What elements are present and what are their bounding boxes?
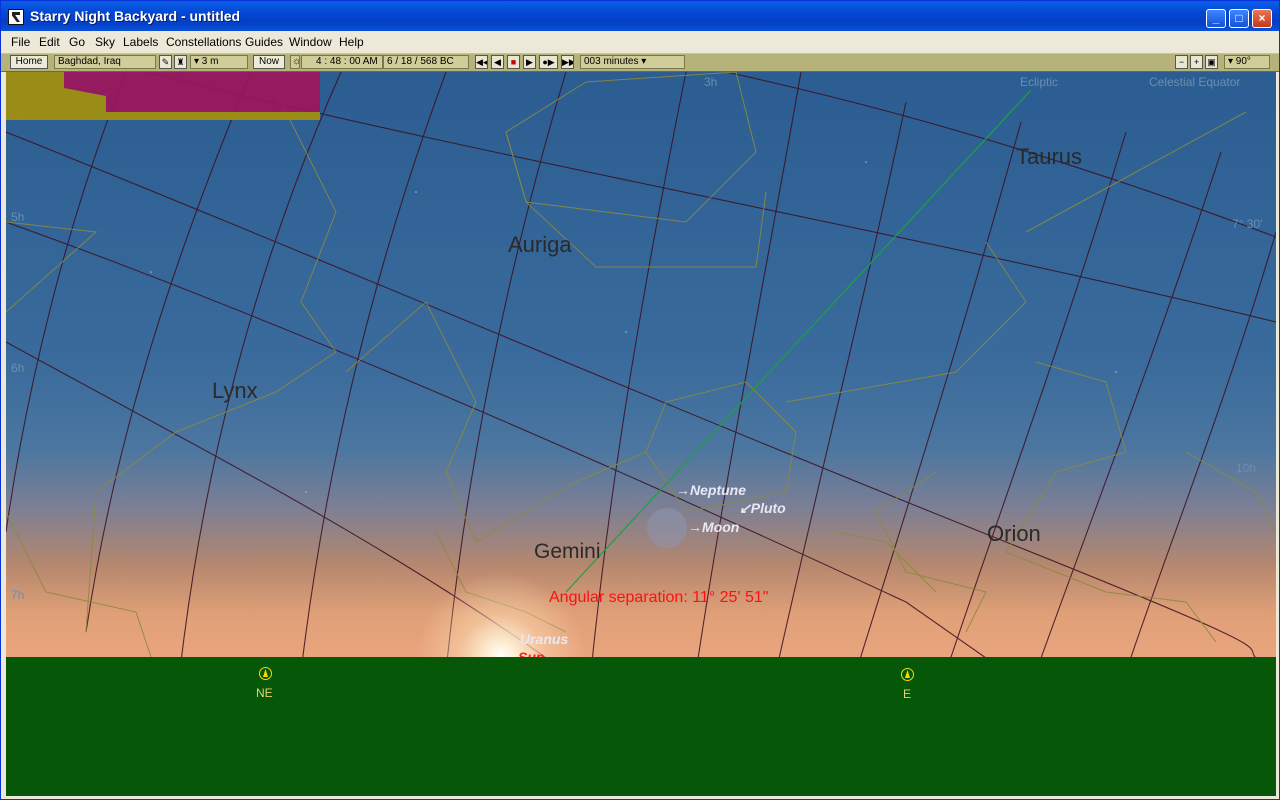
planet-label-uranus[interactable]: Uranus — [520, 631, 568, 647]
planet-label-moon[interactable]: →Moon — [688, 519, 739, 535]
angular-separation-readout: Angular separation: 11° 25' 51" — [549, 589, 769, 606]
menu-labels[interactable]: Labels — [123, 35, 158, 49]
date-field[interactable]: 6 / 18 / 568 BC — [383, 55, 469, 69]
time-step-select[interactable]: 003 minutes ▾ — [580, 55, 685, 69]
constellation-label-taurus[interactable]: Taurus — [1016, 144, 1082, 170]
now-button[interactable]: Now — [253, 55, 285, 69]
step-forward-icon[interactable]: ▶▶ — [561, 55, 574, 69]
constellation-label-auriga[interactable]: Auriga — [508, 232, 572, 258]
planet-label-pluto[interactable]: ↙Pluto — [739, 500, 786, 517]
moon-disc[interactable] — [647, 508, 687, 548]
menu-bar: File Edit Go Sky Labels Constellations G… — [1, 31, 1279, 54]
zoom-out-icon[interactable]: − — [1175, 55, 1188, 69]
window-title: Starry Night Backyard - untitled — [30, 8, 241, 24]
play-icon[interactable]: ▶ — [523, 55, 536, 69]
ra-label-6h: 6h — [11, 361, 25, 375]
horizon-ground[interactable]: NE E — [6, 657, 1276, 796]
location-options-icon[interactable]: ✎ — [159, 55, 172, 69]
step-back-icon[interactable]: ◀ — [491, 55, 504, 69]
stop-icon[interactable]: ■ — [507, 55, 520, 69]
viewpoint-icon[interactable]: ♜ — [174, 55, 187, 69]
ra-label-5h: 5h — [11, 210, 25, 224]
constellation-label-gemini[interactable]: Gemini — [534, 540, 601, 564]
control-toolbar: Home Baghdad, Iraq ✎ ♜ ▾ 3 m Now ☼ 4 : 4… — [1, 54, 1279, 72]
menu-go[interactable]: Go — [69, 35, 85, 49]
maximize-button[interactable]: □ — [1229, 9, 1249, 28]
ra-label-7h: 7h — [11, 588, 25, 602]
time-field[interactable]: 4 : 48 : 00 AM — [301, 55, 383, 69]
celestial-equator-label: Celestial Equator — [1149, 75, 1241, 89]
app-icon — [8, 9, 24, 25]
zoom-in-icon[interactable]: + — [1190, 55, 1203, 69]
menu-guides[interactable]: Guides — [245, 35, 283, 49]
menu-constellations[interactable]: Constellations — [166, 35, 241, 49]
angle-label-right: 7° 30' — [1232, 217, 1263, 231]
play-forward-icon[interactable]: ●▶ — [539, 55, 558, 69]
zoom-reset-icon[interactable]: ▣ — [1205, 55, 1218, 69]
compass-e-icon[interactable] — [901, 668, 914, 681]
ecliptic-label: Ecliptic — [1020, 75, 1059, 89]
menu-edit[interactable]: Edit — [39, 35, 60, 49]
menu-window[interactable]: Window — [289, 35, 332, 49]
constellation-label-lynx[interactable]: Lynx — [212, 378, 258, 404]
close-button[interactable]: × — [1252, 9, 1272, 28]
ra-label-top: 3h — [704, 75, 718, 89]
minimize-button[interactable]: _ — [1206, 9, 1226, 28]
menu-help[interactable]: Help — [339, 35, 364, 49]
constellation-label-orion[interactable]: Orion — [987, 521, 1041, 547]
elevation-field[interactable]: ▾ 3 m — [190, 55, 248, 69]
compass-ne-icon[interactable] — [259, 667, 272, 680]
compass-label-ne: NE — [256, 686, 273, 700]
menu-sky[interactable]: Sky — [95, 35, 115, 49]
angular-separation-box — [6, 72, 320, 120]
sun-time-icon[interactable]: ☼ — [290, 55, 300, 69]
step-back-fast-icon[interactable]: ◀◀ — [475, 55, 488, 69]
sky-view[interactable]: Taurus Auriga Lynx Gemini Orion →Neptune… — [6, 72, 1276, 796]
title-bar[interactable]: Starry Night Backyard - untitled _ □ × — [1, 1, 1279, 31]
location-field[interactable]: Baghdad, Iraq — [54, 55, 156, 69]
app-window: Starry Night Backyard - untitled _ □ × F… — [0, 0, 1280, 800]
ra-label-right: 10h — [1236, 461, 1257, 475]
planet-label-neptune[interactable]: →Neptune — [676, 482, 746, 498]
compass-label-e: E — [903, 687, 912, 701]
menu-file[interactable]: File — [11, 35, 30, 49]
home-button[interactable]: Home — [10, 55, 48, 69]
field-of-view-select[interactable]: ▾ 90° — [1224, 55, 1270, 69]
